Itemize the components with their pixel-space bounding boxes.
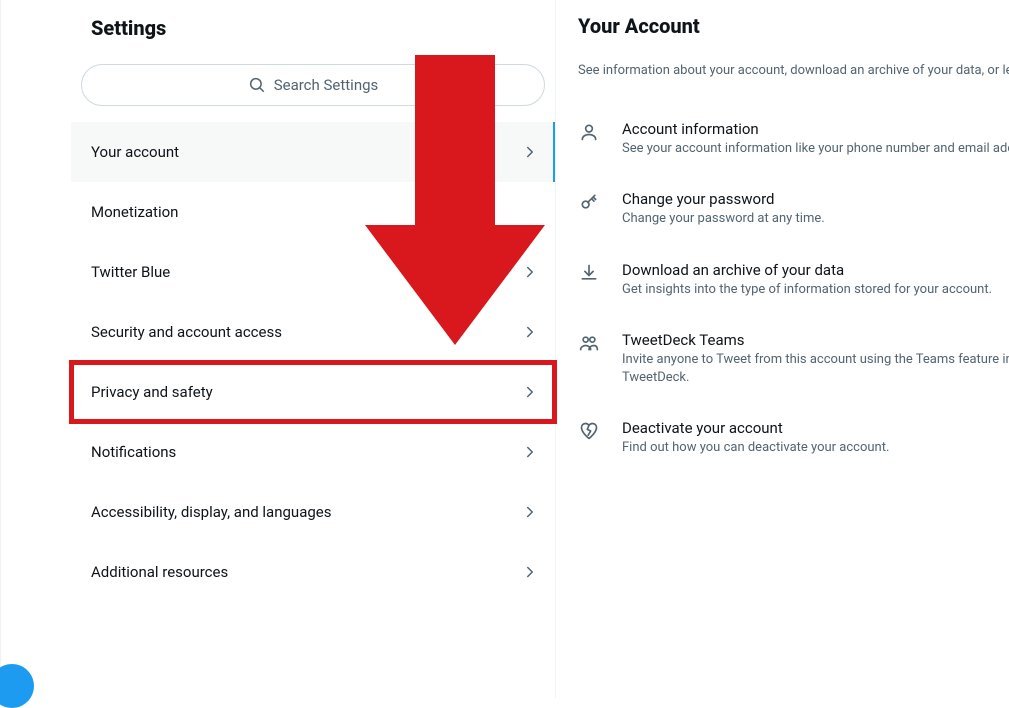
nav-item-your-account[interactable]: Your account bbox=[71, 122, 555, 182]
nav-item-notifications[interactable]: Notifications bbox=[71, 422, 555, 482]
detail-text: Download an archive of your data Get insi… bbox=[622, 261, 1009, 299]
people-icon bbox=[578, 333, 600, 353]
detail-title: Download an archive of your data bbox=[622, 261, 1009, 279]
nav-item-label: Monetization bbox=[91, 203, 178, 221]
detail-text: Deactivate your account Find out how you … bbox=[622, 419, 1009, 457]
account-panel: Your Account See information about your … bbox=[556, 0, 1009, 698]
account-detail-list: Account information See your account info… bbox=[578, 104, 1009, 473]
detail-item-deactivate-your-account[interactable]: Deactivate your account Find out how you … bbox=[578, 403, 1009, 473]
search-placeholder: Search Settings bbox=[274, 76, 379, 94]
account-title: Your Account bbox=[578, 14, 1009, 38]
detail-title: Change your password bbox=[622, 190, 1009, 208]
nav-item-additional-resources[interactable]: Additional resources bbox=[71, 542, 555, 602]
settings-sidebar: Settings Search Settings Your account Mon… bbox=[0, 0, 556, 698]
detail-text: Account information See your account info… bbox=[622, 120, 1009, 158]
settings-title: Settings bbox=[71, 0, 555, 56]
detail-title: Account information bbox=[622, 120, 1009, 138]
search-settings-input[interactable]: Search Settings bbox=[81, 64, 545, 106]
nav-item-label: Notifications bbox=[91, 443, 176, 461]
search-icon bbox=[248, 76, 266, 94]
nav-item-label: Your account bbox=[91, 143, 179, 161]
chevron-right-icon bbox=[521, 383, 539, 401]
nav-item-security-and-account-access[interactable]: Security and account access bbox=[71, 302, 555, 362]
chevron-right-icon bbox=[521, 443, 539, 461]
nav-item-privacy-and-safety[interactable]: Privacy and safety bbox=[71, 362, 555, 422]
settings-nav-list: Your account Monetization Twitter Blue Secu… bbox=[71, 122, 555, 602]
account-subtitle: See information about your account, down… bbox=[578, 62, 1009, 80]
nav-item-label: Accessibility, display, and languages bbox=[91, 503, 331, 521]
nav-item-accessibility-display-and-languages[interactable]: Accessibility, display, and languages bbox=[71, 482, 555, 542]
search-wrapper: Search Settings bbox=[71, 56, 555, 122]
chevron-right-icon bbox=[521, 503, 539, 521]
detail-title: TweetDeck Teams bbox=[622, 331, 1009, 349]
detail-text: Change your password Change your password… bbox=[622, 190, 1009, 228]
detail-title: Deactivate your account bbox=[622, 419, 1009, 437]
detail-desc: Invite anyone to Tweet from this account… bbox=[622, 351, 1009, 387]
nav-item-twitter-blue[interactable]: Twitter Blue bbox=[71, 242, 555, 302]
key-icon bbox=[578, 192, 600, 212]
detail-desc: Get insights into the type of informatio… bbox=[622, 281, 1009, 299]
nav-item-label: Twitter Blue bbox=[91, 263, 170, 281]
heart-broken-icon bbox=[578, 421, 600, 441]
detail-text: TweetDeck Teams Invite anyone to Tweet fr… bbox=[622, 331, 1009, 387]
chevron-right-icon bbox=[521, 563, 539, 581]
detail-item-tweetdeck-teams[interactable]: TweetDeck Teams Invite anyone to Tweet fr… bbox=[578, 315, 1009, 403]
download-icon bbox=[578, 263, 600, 283]
detail-item-change-your-password[interactable]: Change your password Change your password… bbox=[578, 174, 1009, 244]
detail-item-account-information[interactable]: Account information See your account info… bbox=[578, 104, 1009, 174]
detail-desc: Change your password at any time. bbox=[622, 210, 1009, 228]
detail-item-download-an-archive-of-your-data[interactable]: Download an archive of your data Get insi… bbox=[578, 245, 1009, 315]
chevron-right-icon bbox=[521, 323, 539, 341]
detail-desc: Find out how you can deactivate your acc… bbox=[622, 439, 1009, 457]
chevron-right-icon bbox=[521, 263, 539, 281]
nav-item-monetization[interactable]: Monetization bbox=[71, 182, 555, 242]
person-icon bbox=[578, 122, 600, 142]
nav-item-label: Security and account access bbox=[91, 323, 282, 341]
nav-item-label: Additional resources bbox=[91, 563, 228, 581]
nav-item-label: Privacy and safety bbox=[91, 383, 213, 401]
detail-desc: See your account information like your p… bbox=[622, 140, 1009, 158]
chevron-right-icon bbox=[521, 143, 539, 161]
